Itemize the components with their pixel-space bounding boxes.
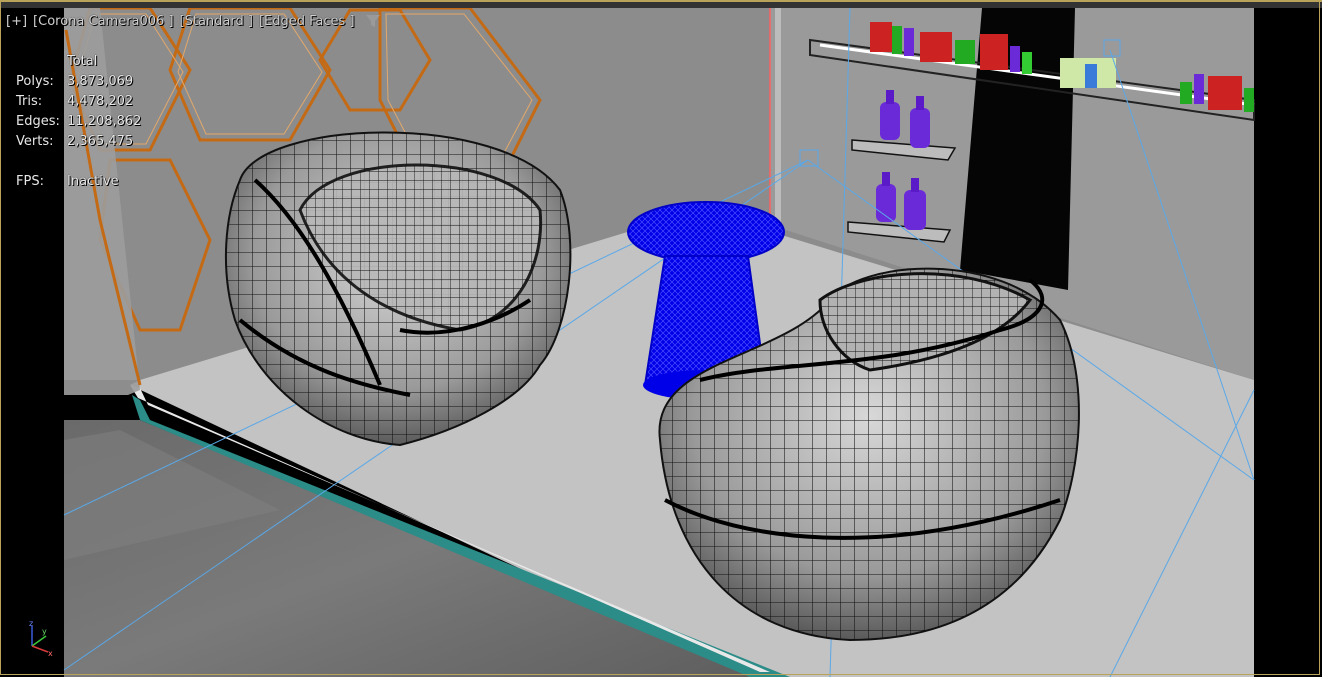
3d-viewport[interactable]: [+] [Corona Camera006 ] [Standard ] [Edg…: [0, 0, 1322, 677]
fps-row: FPS: Inactive: [16, 172, 141, 192]
stats-value: 3,873,069: [67, 74, 134, 89]
stats-value: 2,365,475: [67, 134, 134, 149]
stats-label: Polys:: [16, 74, 54, 89]
funnel-icon[interactable]: [365, 13, 381, 29]
gizmo-x-label: x: [48, 649, 53, 658]
stats-label: Edges:: [16, 114, 60, 129]
stats-value: 11,208,862: [67, 114, 142, 129]
stats-label: Verts:: [16, 134, 54, 149]
stats-row: Verts: 2,365,475: [16, 132, 141, 152]
fps-label: FPS:: [16, 174, 44, 189]
stats-row: Tris: 4,478,202: [16, 92, 141, 112]
stats-value: 4,478,202: [67, 94, 134, 109]
stats-row: Edges: 11,208,862: [16, 112, 141, 132]
viewport-display-menu[interactable]: [Edged Faces ]: [259, 14, 355, 29]
scene-render[interactable]: [0, 0, 1322, 677]
viewport-plus-menu[interactable]: [+]: [6, 14, 27, 29]
fps-value: Inactive: [67, 174, 119, 189]
gizmo-y-label: y: [42, 627, 47, 636]
statistics-panel: Total Polys: 3,873,069 Tris: 4,478,202 Edg…: [16, 52, 141, 192]
gizmo-z-label: z: [29, 619, 33, 628]
axis-tripod-icon: z y x: [29, 619, 53, 658]
viewport-label: [+] [Corona Camera006 ] [Standard ] [Edg…: [6, 13, 381, 29]
viewport-shading-menu[interactable]: [Standard ]: [180, 14, 253, 29]
viewport-camera-menu[interactable]: [Corona Camera006 ]: [33, 14, 174, 29]
stats-header: Total: [67, 54, 98, 69]
right-letterbox: [1254, 0, 1322, 677]
stats-label: Tris:: [16, 94, 43, 109]
stats-row: Polys: 3,873,069: [16, 72, 141, 92]
